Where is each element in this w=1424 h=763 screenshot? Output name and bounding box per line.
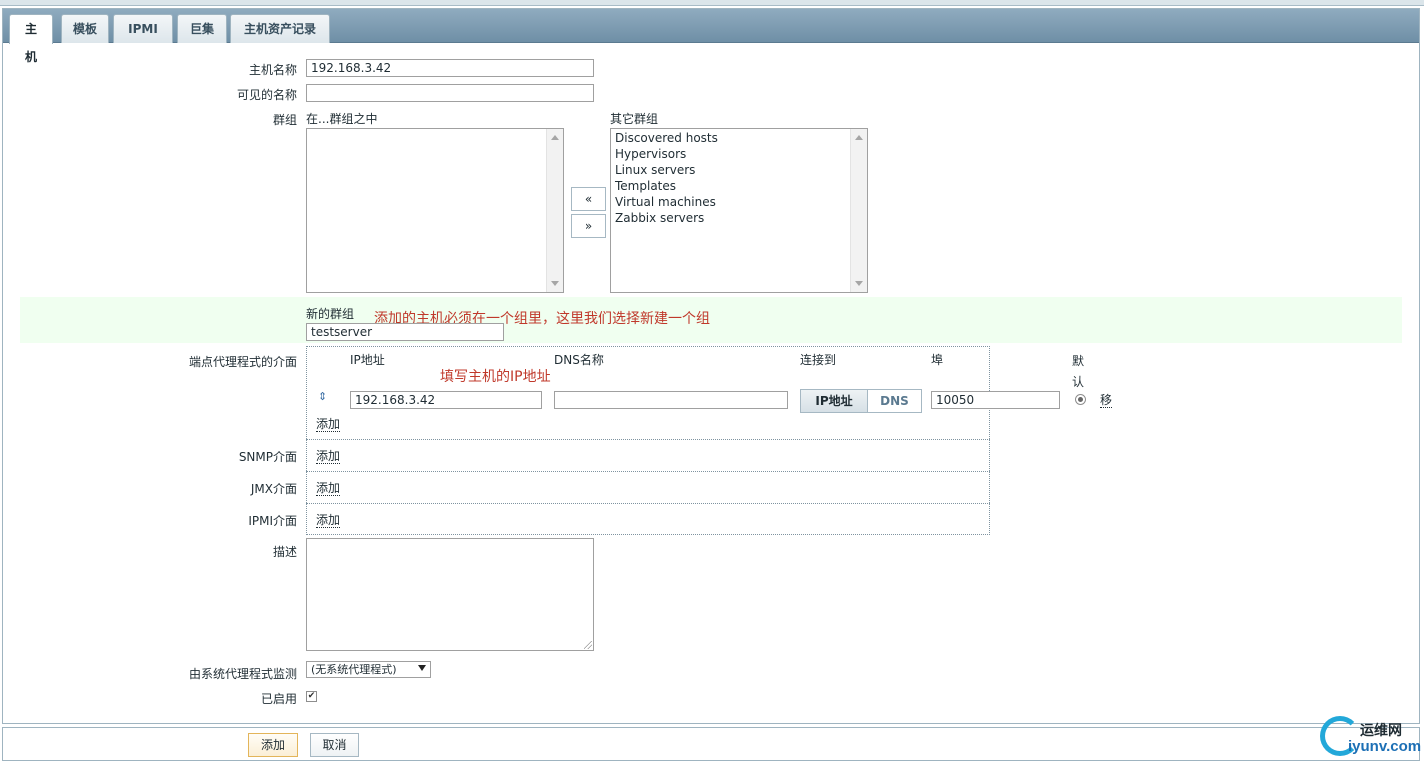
tab-host[interactable]: 主机 (9, 14, 53, 64)
groups-label: 群组 (272, 113, 297, 127)
agent-interfaces-label: 端点代理程式的介面 (188, 355, 297, 369)
proxy-select[interactable]: (无系统代理程式) (306, 661, 431, 678)
description-label: 描述 (272, 545, 297, 559)
other-groups-listbox[interactable]: Discovered hosts Hypervisors Linux serve… (610, 128, 868, 293)
scroll-down-icon[interactable] (855, 281, 863, 286)
tab-macros[interactable]: 巨集 (177, 14, 227, 43)
add-agent-interface-link[interactable]: 添加 (316, 418, 341, 432)
visible-name-input[interactable] (306, 84, 594, 102)
group-option[interactable]: Hypervisors (611, 146, 867, 162)
new-group-input[interactable] (306, 323, 504, 341)
in-groups-listbox[interactable] (306, 128, 564, 293)
enabled-label: 已启用 (260, 692, 297, 706)
divider (306, 471, 990, 472)
visible-name-label: 可见的名称 (236, 88, 297, 102)
connect-dns-button[interactable]: DNS (867, 389, 922, 413)
new-group-row (20, 297, 1402, 343)
agent-ip-input[interactable] (350, 391, 542, 409)
scroll-up-icon[interactable] (551, 135, 559, 140)
enabled-checkbox[interactable]: ✔ (306, 691, 317, 702)
connect-ip-button[interactable]: IP地址 (800, 389, 868, 413)
drag-handle-icon[interactable]: ⇕ (318, 390, 327, 403)
tab-templates[interactable]: 模板 (61, 14, 109, 43)
watermark-name: 运维网 (1360, 723, 1402, 739)
in-groups-scrollbar[interactable] (546, 129, 563, 292)
agent-port-input[interactable] (931, 391, 1060, 409)
divider (306, 439, 990, 440)
col-dns-header: DNS名称 (554, 353, 604, 367)
proxy-label: 由系统代理程式监测 (188, 667, 297, 681)
divider (306, 503, 990, 504)
ipmi-interfaces-label: IPMI介面 (248, 514, 297, 528)
default-radio[interactable] (1075, 394, 1086, 405)
cancel-button[interactable]: 取消 (310, 733, 359, 757)
other-groups-scrollbar[interactable] (850, 129, 867, 292)
col-connect-header: 连接到 (800, 353, 837, 367)
other-groups-header: 其它群组 (610, 112, 659, 126)
interfaces-box (306, 346, 990, 535)
watermark-domain: iyunv.com (1348, 738, 1422, 755)
col-ip-header: IP地址 (350, 353, 385, 367)
chevron-down-icon (418, 665, 426, 671)
remove-interface-link[interactable]: 移 (1100, 394, 1113, 408)
group-option[interactable]: Discovered hosts (611, 130, 867, 146)
proxy-select-value: (无系统代理程式) (311, 663, 397, 676)
jmx-interfaces-label: JMX介面 (250, 482, 297, 496)
group-option[interactable]: Linux servers (611, 162, 867, 178)
tab-ipmi[interactable]: IPMI (113, 14, 173, 43)
in-groups-header: 在...群组之中 (306, 112, 378, 126)
check-icon: ✔ (307, 691, 316, 701)
form-footer: 添加 取消 (2, 727, 1420, 761)
snmp-interfaces-label: SNMP介面 (238, 450, 297, 464)
tab-bar: 主机 模板 IPMI 巨集 主机资产记录 (3, 9, 1419, 64)
col-default-header: 默认 (1072, 354, 1085, 389)
tab-host-inventory[interactable]: 主机资产记录 (230, 14, 330, 43)
scroll-down-icon[interactable] (551, 281, 559, 286)
scroll-up-icon[interactable] (855, 135, 863, 140)
add-jmx-interface-link[interactable]: 添加 (316, 482, 341, 496)
move-right-button[interactable]: » (571, 214, 606, 238)
add-ipmi-interface-link[interactable]: 添加 (316, 514, 341, 528)
host-name-label: 主机名称 (248, 63, 297, 77)
resize-grip-icon[interactable] (584, 641, 592, 649)
new-group-label: 新的群组 (306, 307, 355, 321)
move-left-button[interactable]: « (571, 187, 606, 211)
ip-annotation: 填写主机的IP地址 (440, 369, 551, 385)
description-textarea[interactable] (306, 538, 594, 651)
group-option[interactable]: Zabbix servers (611, 210, 867, 226)
add-snmp-interface-link[interactable]: 添加 (316, 450, 341, 464)
group-option[interactable]: Virtual machines (611, 194, 867, 210)
agent-dns-input[interactable] (554, 391, 788, 409)
watermark-logo: 运维网 iyunv.com (1318, 716, 1422, 762)
add-button[interactable]: 添加 (248, 733, 298, 757)
col-port-header: 埠 (931, 353, 944, 367)
group-option[interactable]: Templates (611, 178, 867, 194)
top-strip (0, 0, 1424, 6)
host-name-input[interactable] (306, 59, 594, 77)
